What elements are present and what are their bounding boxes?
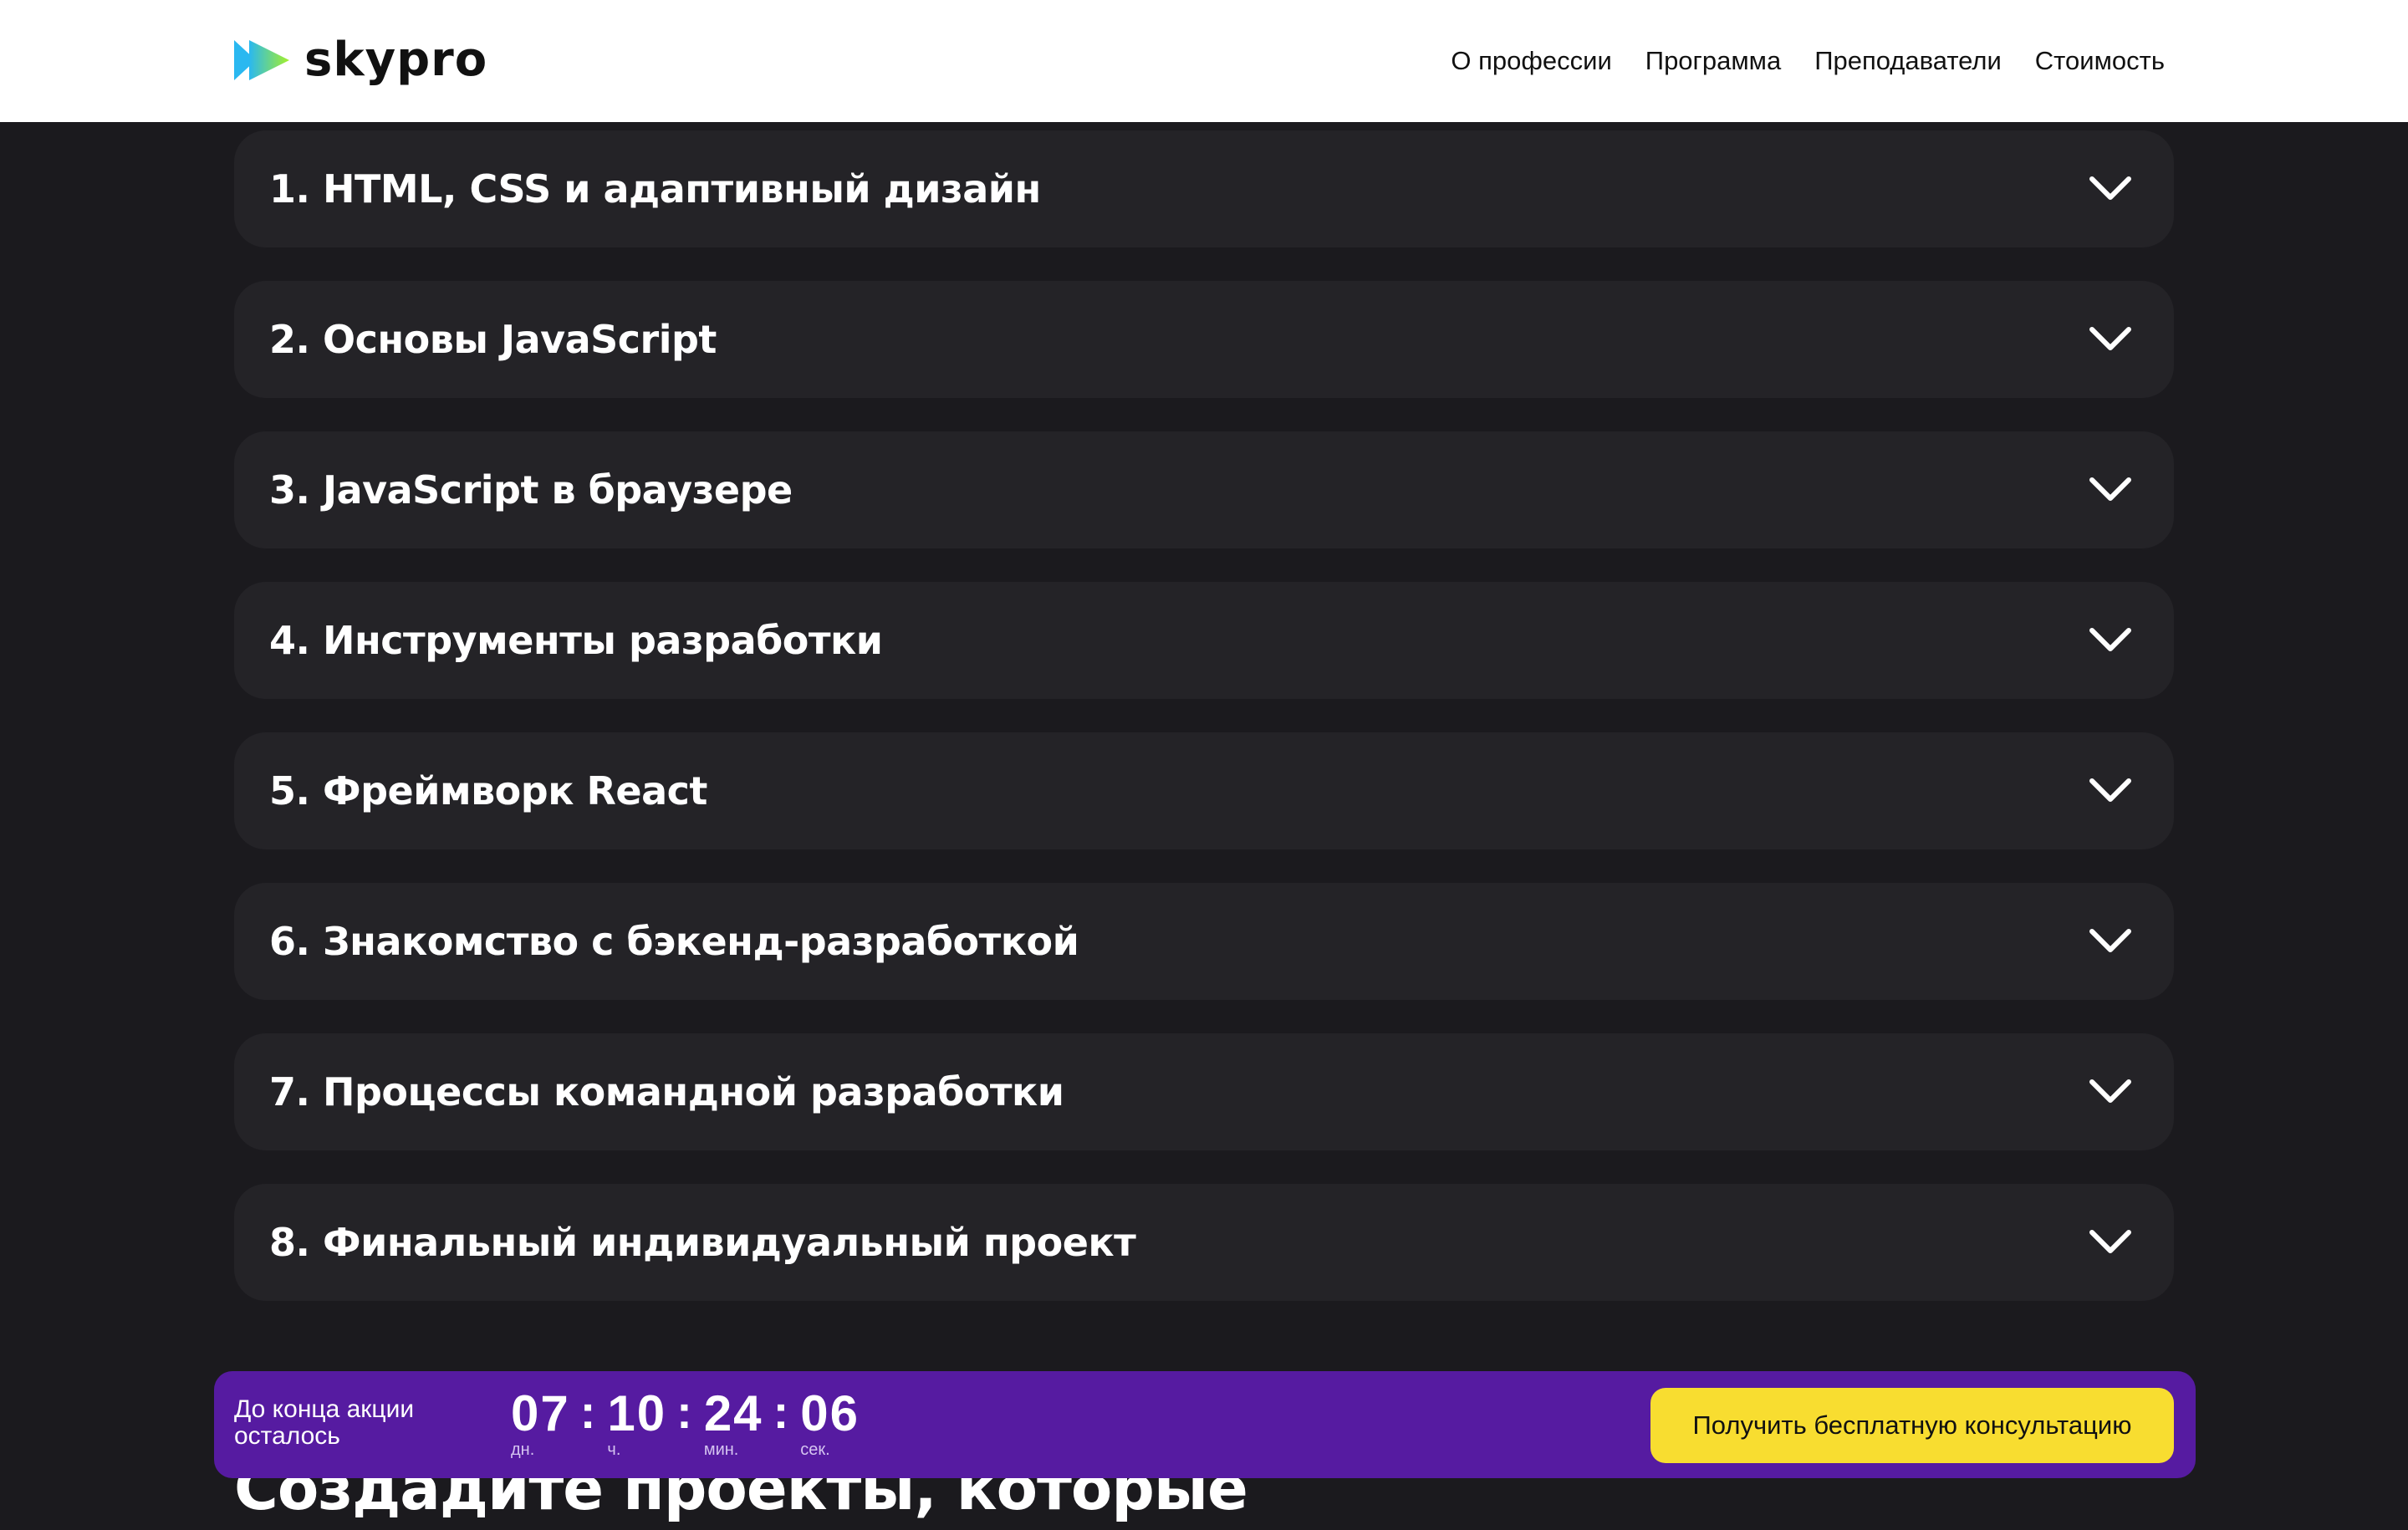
- accordion-item[interactable]: 2. Основы JavaScript: [234, 281, 2174, 398]
- chevron-down-icon[interactable]: [2087, 171, 2134, 207]
- timer-days-value: 07: [511, 1385, 570, 1441]
- accordion-item-title: 3. JavaScript в браузере: [269, 467, 793, 513]
- chevron-down-icon[interactable]: [2087, 472, 2134, 508]
- timer-hours-unit: ч.: [607, 1441, 621, 1459]
- chevron-down-icon[interactable]: [2087, 923, 2134, 960]
- logo-text: skypro: [304, 33, 488, 87]
- accordion-item-title: 5. Фреймворк React: [269, 768, 707, 813]
- program-accordion: 1. HTML, CSS и адаптивный дизайн 2. Осно…: [234, 130, 2174, 1334]
- accordion-item[interactable]: 6. Знакомство с бэкенд-разработкой: [234, 883, 2174, 1000]
- timer-seconds-unit: сек.: [800, 1441, 830, 1459]
- timer-days: 07 дн.: [511, 1385, 570, 1459]
- chevron-down-icon[interactable]: [2087, 321, 2134, 358]
- nav-item-price[interactable]: Стоимость: [2035, 40, 2165, 82]
- countdown-timer: 07 дн. : 10 ч. : 24 мин. : 06 сек.: [511, 1385, 860, 1459]
- accordion-item-title: 7. Процессы командной разработки: [269, 1069, 1064, 1114]
- timer-seconds: 06 сек.: [800, 1385, 860, 1459]
- accordion-item[interactable]: 3. JavaScript в браузере: [234, 431, 2174, 548]
- accordion-item-title: 4. Инструменты разработки: [269, 618, 883, 663]
- timer-minutes-unit: мин.: [703, 1441, 739, 1459]
- timer-separator: :: [579, 1385, 596, 1438]
- skypro-play-icon: [234, 40, 289, 80]
- promo-label: До конца акции осталось: [234, 1395, 415, 1450]
- accordion-item[interactable]: 8. Финальный индивидуальный проект: [234, 1184, 2174, 1301]
- timer-days-unit: дн.: [511, 1441, 535, 1459]
- accordion-item[interactable]: 4. Инструменты разработки: [234, 582, 2174, 699]
- logo[interactable]: skypro: [231, 33, 487, 87]
- timer-hours: 10 ч.: [607, 1385, 667, 1459]
- nav-item-teachers[interactable]: Преподаватели: [1814, 40, 2002, 82]
- chevron-down-icon[interactable]: [2087, 1074, 2134, 1110]
- accordion-item-title: 6. Знакомство с бэкенд-разработкой: [269, 919, 1079, 964]
- timer-minutes-value: 24: [703, 1385, 763, 1441]
- timer-hours-value: 10: [607, 1385, 667, 1441]
- nav-item-program[interactable]: Программа: [1645, 40, 1781, 82]
- accordion-item-title: 2. Основы JavaScript: [269, 317, 717, 362]
- accordion-item[interactable]: 5. Фреймворк React: [234, 732, 2174, 849]
- accordion-item[interactable]: 7. Процессы командной разработки: [234, 1033, 2174, 1150]
- timer-seconds-value: 06: [800, 1385, 860, 1441]
- accordion-item[interactable]: 1. HTML, CSS и адаптивный дизайн: [234, 130, 2174, 247]
- timer-minutes: 24 мин.: [703, 1385, 763, 1459]
- timer-separator: :: [773, 1385, 789, 1438]
- chevron-down-icon[interactable]: [2087, 622, 2134, 659]
- accordion-item-title: 8. Финальный индивидуальный проект: [269, 1220, 1136, 1265]
- chevron-down-icon[interactable]: [2087, 773, 2134, 809]
- site-header: skypro О профессии Программа Преподавате…: [0, 0, 2408, 122]
- chevron-down-icon[interactable]: [2087, 1224, 2134, 1261]
- nav-item-about[interactable]: О профессии: [1451, 40, 1611, 82]
- promo-bar: До конца акции осталось 07 дн. : 10 ч. :…: [214, 1371, 2196, 1478]
- accordion-item-title: 1. HTML, CSS и адаптивный дизайн: [269, 166, 1041, 212]
- timer-separator: :: [676, 1385, 692, 1438]
- main-nav: О профессии Программа Преподаватели Стои…: [1451, 40, 2165, 82]
- free-consultation-button[interactable]: Получить бесплатную консультацию: [1650, 1388, 2174, 1463]
